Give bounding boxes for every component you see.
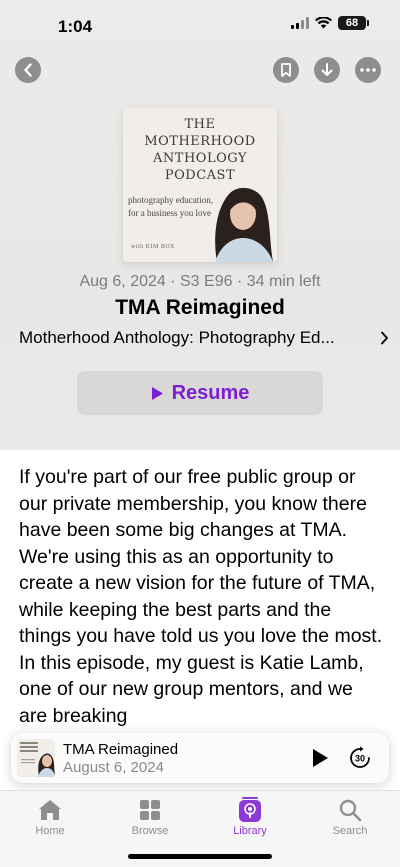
episode-title: TMA Reimagined <box>115 296 285 319</box>
tab-home[interactable]: Home <box>10 795 90 837</box>
podcast-artwork[interactable]: THE MOTHERHOOD ANTHOLOGY PODCAST photogr… <box>123 108 277 262</box>
artwork-host: with KIM BOX <box>131 244 176 250</box>
mini-player-date: August 6, 2024 <box>63 759 164 776</box>
wifi-icon <box>315 17 332 29</box>
tab-library[interactable]: Library <box>210 795 290 837</box>
skip-forward-30-button[interactable]: 30 <box>348 746 372 775</box>
chevron-left-icon <box>24 63 32 77</box>
resume-label: Resume <box>171 381 250 404</box>
back-button[interactable] <box>15 57 41 83</box>
home-indicator <box>128 854 272 859</box>
status-indicators: 68 <box>291 16 369 30</box>
battery-icon: 68 <box>338 16 369 30</box>
episode-description: If you're part of our free public group … <box>19 466 383 727</box>
bookmark-icon <box>281 63 291 77</box>
bookmark-button[interactable] <box>273 57 299 83</box>
host-photo <box>215 187 273 262</box>
download-button[interactable] <box>314 57 340 83</box>
episode-meta: Aug 6, 2024 · S3 E96 · 34 min left <box>79 273 321 290</box>
show-link[interactable]: Motherhood Anthology: Photography Ed... <box>19 328 389 348</box>
library-podcast-icon <box>239 797 261 822</box>
play-icon <box>313 749 328 767</box>
artwork-title: THE MOTHERHOOD ANTHOLOGY PODCAST <box>144 117 256 183</box>
svg-text:30: 30 <box>355 754 365 764</box>
tab-search[interactable]: Search <box>310 795 390 837</box>
more-button[interactable] <box>355 57 381 83</box>
skip-forward-30-icon: 30 <box>350 746 370 768</box>
host-photo-small <box>20 742 55 777</box>
chevron-right-icon <box>381 331 388 345</box>
mini-player-artwork <box>17 739 55 777</box>
ellipsis-icon <box>360 68 376 72</box>
grid-icon <box>140 800 160 820</box>
house-icon <box>39 800 61 820</box>
tab-browse[interactable]: Browse <box>110 795 190 837</box>
artwork-tagline: photography education, for a business yo… <box>128 195 213 218</box>
mini-player-title: TMA Reimagined <box>63 741 179 758</box>
search-icon <box>339 799 362 822</box>
play-icon <box>151 386 163 400</box>
download-icon <box>321 63 333 76</box>
resume-button[interactable]: Resume <box>77 371 323 415</box>
cellular-signal-icon <box>291 17 309 29</box>
mini-play-button[interactable] <box>309 746 331 775</box>
show-name: Motherhood Anthology: Photography Ed... <box>19 328 335 347</box>
mini-player[interactable]: TMA Reimagined August 6, 2024 30 <box>11 733 389 783</box>
status-time: 1:04 <box>58 17 93 36</box>
